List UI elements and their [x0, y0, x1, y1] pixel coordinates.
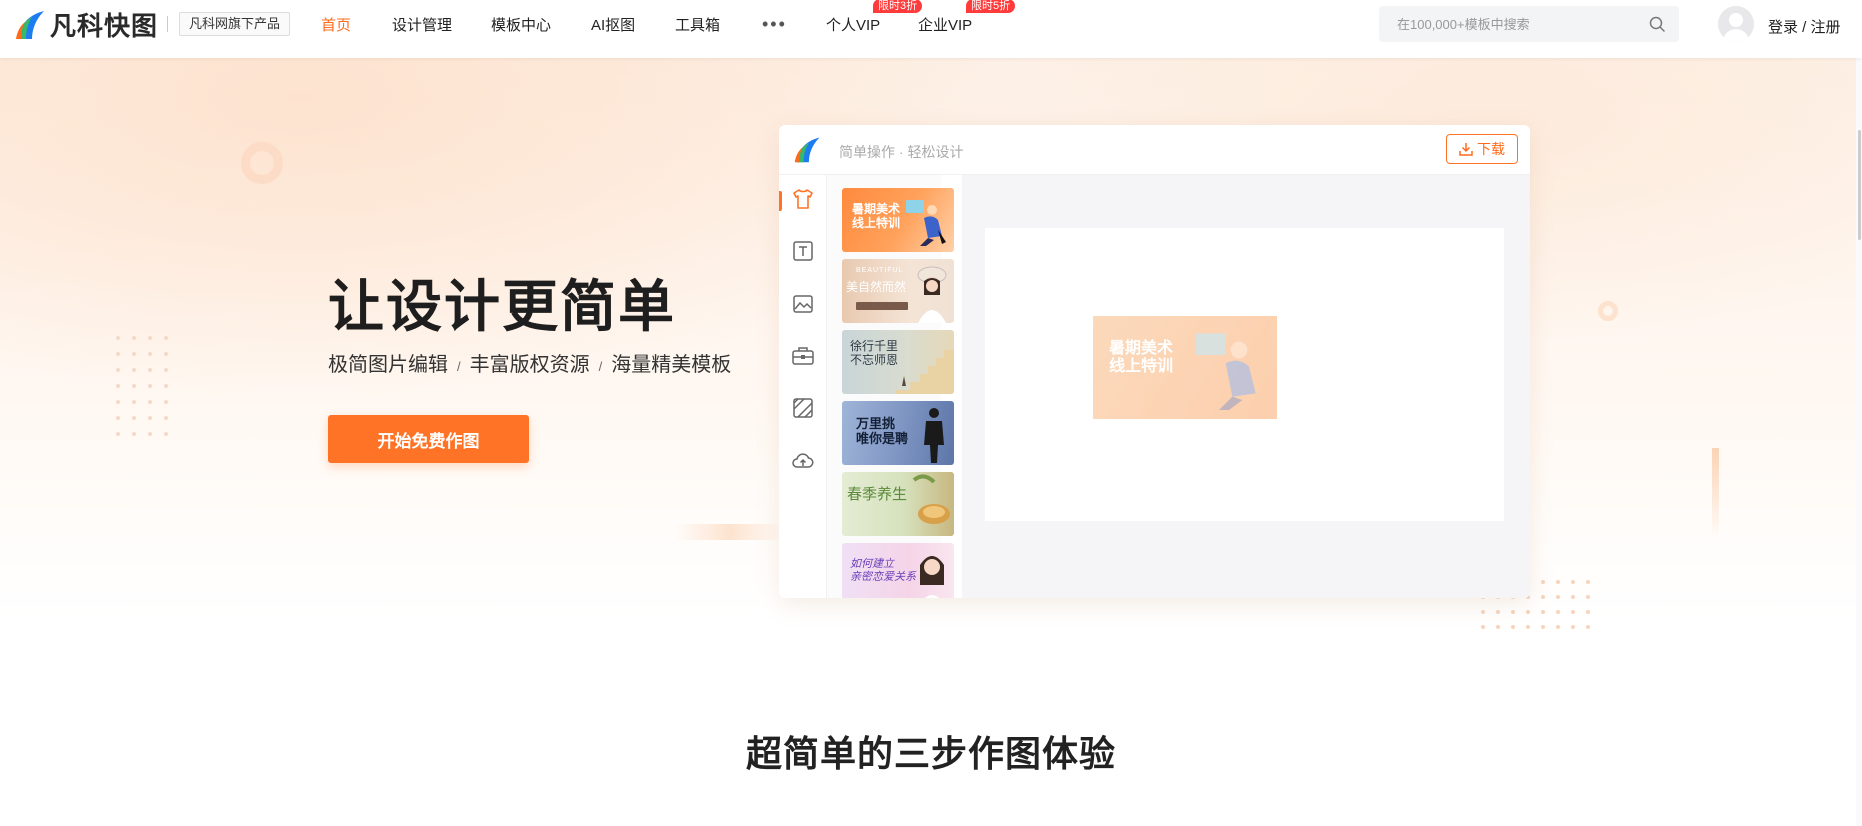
separator: / [457, 359, 461, 374]
nav-home[interactable]: 首页 [321, 14, 351, 35]
scrollbar[interactable] [1856, 58, 1862, 826]
template-subtitle: BEAUTIFUL [856, 267, 904, 274]
template-thumbnail[interactable]: 万里挑 唯你是聘 [842, 401, 954, 465]
portrait-image [920, 556, 944, 598]
login-register-link[interactable]: 登录 / 注册 [1768, 16, 1841, 37]
discount-badge: 限时5折 [966, 0, 1016, 13]
feature-label: 丰富版权资源 [469, 354, 590, 376]
design-canvas[interactable]: 暑期美术 线上特训 [985, 228, 1504, 521]
feature-label: 极简图片编辑 [328, 354, 448, 376]
nav-enterprise-vip[interactable]: 企业VIP [918, 14, 972, 35]
nav-ai-cutout[interactable]: AI抠图 [591, 14, 635, 35]
nav-personal-vip[interactable]: 个人VIP [826, 14, 880, 35]
decor-ring [1598, 301, 1618, 321]
background-icon[interactable] [791, 396, 815, 420]
logo-icon [16, 11, 44, 39]
template-title: 美自然而然 [846, 280, 907, 294]
silhouette-image [924, 408, 944, 463]
template-thumbnail[interactable]: 暑期美术 线上特训 [842, 188, 954, 252]
editor-slogan: 简单操作 · 轻松设计 [839, 144, 964, 160]
template-title: 徐行千里 不忘师恩 [850, 339, 899, 367]
editor-preview: 简单操作 · 轻松设计 下载 暑期美术 线上特训 BEAUTIFUL 美自然而然… [779, 125, 1530, 598]
search-bar [1379, 6, 1679, 42]
top-header: 凡科快图 凡科网旗下产品 首页 设计管理 模板中心 AI抠图 工具箱 ••• 个… [0, 0, 1862, 58]
ellipsis-icon[interactable]: ••• [762, 14, 787, 35]
illustration-icon [906, 200, 946, 246]
template-title: 如何建立 亲密恋爱关系 [850, 558, 916, 583]
divider [167, 16, 168, 32]
template-thumbnail[interactable]: BEAUTIFUL 美自然而然 [842, 259, 954, 323]
image-icon[interactable] [791, 292, 815, 316]
download-button[interactable]: 下载 [1446, 134, 1518, 164]
template-thumbnail[interactable]: 徐行千里 不忘师恩 [842, 330, 954, 394]
tea-image [912, 474, 950, 524]
separator: / [598, 359, 603, 374]
avatar[interactable] [1718, 6, 1754, 42]
download-label: 下载 [1477, 141, 1505, 157]
template-title: 暑期美术 线上特训 [852, 202, 901, 230]
user-icon [1729, 13, 1743, 27]
hero-headline: 让设计更简单 [328, 275, 676, 338]
decor-bar [675, 524, 785, 540]
template-thumbnail[interactable]: 如何建立 亲密恋爱关系 [842, 543, 954, 598]
template-thumbnail[interactable]: 春季养生 [842, 472, 954, 536]
decor-bar [1712, 448, 1719, 538]
nav-toolbox[interactable]: 工具箱 [675, 14, 720, 35]
discount-badge: 限时3折 [873, 0, 923, 13]
search-icon[interactable] [1649, 16, 1665, 32]
start-free-design-button[interactable]: 开始免费作图 [328, 415, 529, 463]
illustration-icon [1195, 333, 1256, 410]
brand-tag[interactable]: 凡科网旗下产品 [179, 12, 291, 36]
scrollbar-thumb[interactable] [1858, 130, 1861, 240]
logo-icon [794, 137, 820, 163]
tshirt-icon[interactable] [791, 187, 815, 211]
portrait-image [917, 266, 947, 323]
stairs-image [896, 350, 954, 394]
editor-toolbar: 简单操作 · 轻松设计 下载 [779, 125, 1530, 175]
nav-design-management[interactable]: 设计管理 [392, 14, 452, 35]
hero-features: 极简图片编辑 / 丰富版权资源 / 海量精美模板 [328, 348, 731, 377]
canvas-template-image[interactable]: 暑期美术 线上特训 [1093, 316, 1277, 419]
download-icon [1459, 143, 1473, 156]
logo[interactable]: 凡科快图 [14, 8, 159, 41]
nav-template-center[interactable]: 模板中心 [491, 14, 551, 35]
search-input[interactable] [1397, 6, 1637, 42]
canvas-template-title: 暑期美术 线上特训 [1109, 340, 1174, 376]
canvas-area: 暑期美术 线上特训 [962, 175, 1530, 598]
section-title: 超简单的三步作图体验 [745, 733, 1116, 774]
toolbox-icon[interactable] [791, 344, 815, 368]
logo-text: 凡科快图 [50, 10, 159, 41]
editor-tool-sidebar [779, 175, 827, 598]
text-icon[interactable] [791, 239, 815, 263]
feature-label: 海量精美模板 [611, 354, 732, 376]
upload-cloud-icon[interactable] [791, 449, 815, 473]
decor-ring [241, 142, 283, 184]
template-title: 春季养生 [847, 486, 908, 503]
template-title: 万里挑 唯你是聘 [856, 416, 909, 446]
active-indicator [779, 191, 782, 211]
decor-dots [116, 336, 168, 436]
